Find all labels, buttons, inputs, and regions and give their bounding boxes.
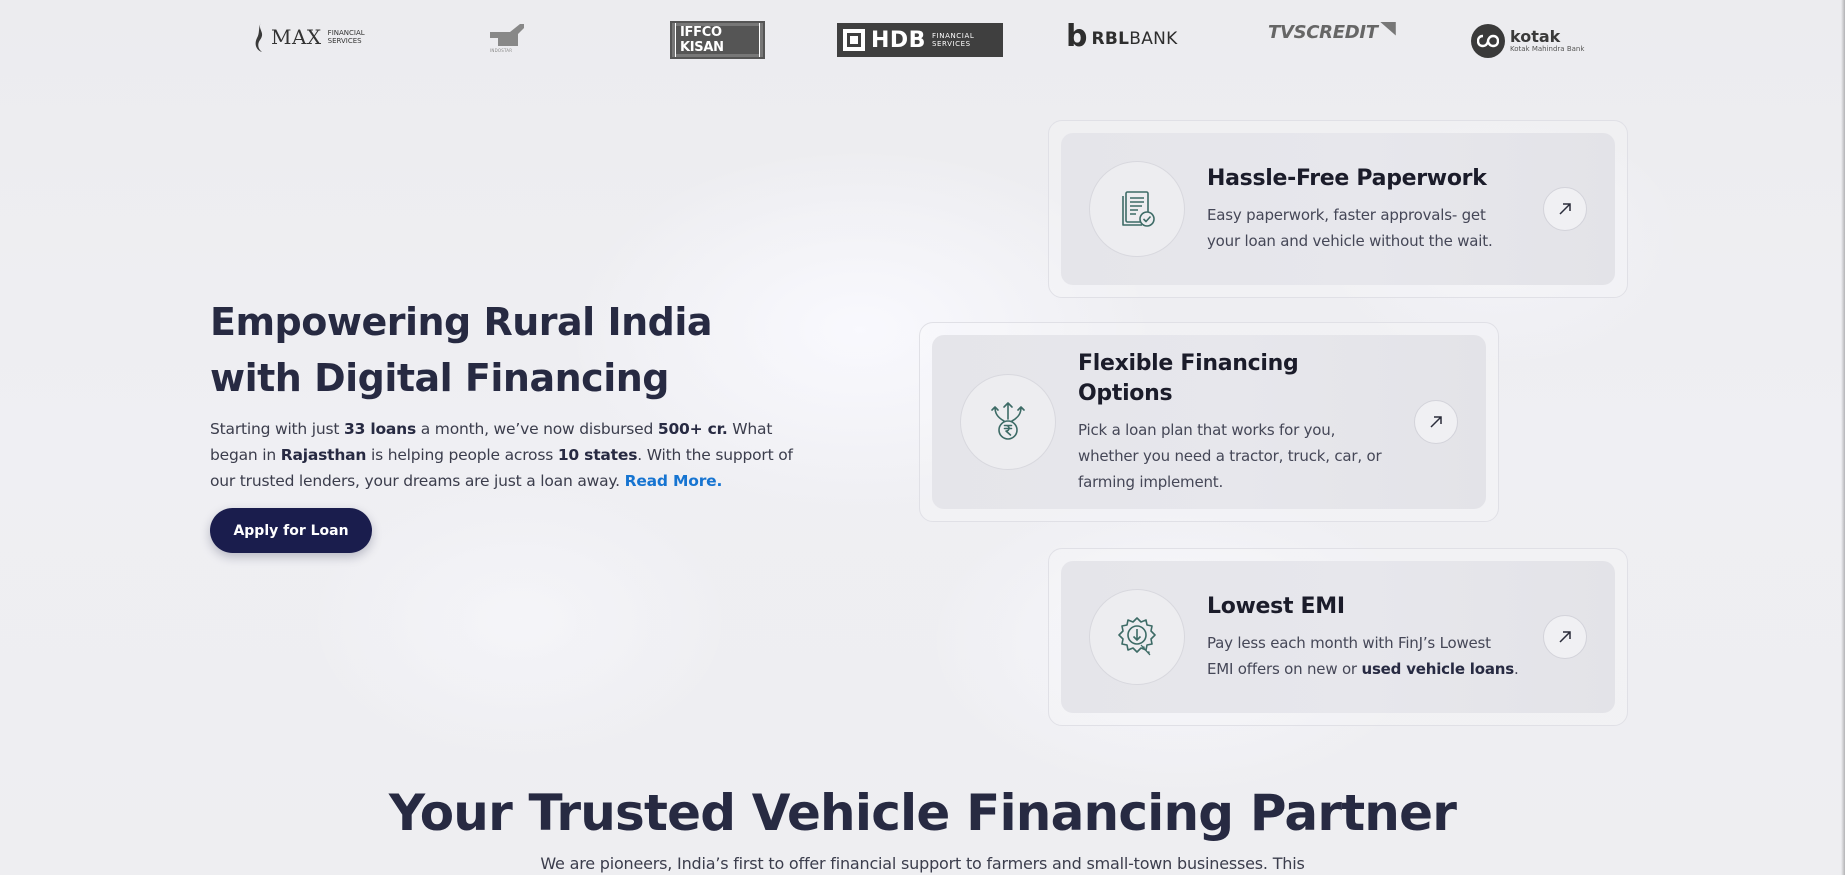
- scrollbar-edge: [1841, 0, 1845, 875]
- indostar-mark-icon: [490, 24, 524, 46]
- feature-card-paperwork: Hassle-Free Paperwork Easy paperwork, fa…: [1048, 120, 1628, 298]
- indostar-logo: INDOSTAR: [490, 24, 534, 53]
- rbl-bank-logo: b RBLBANK: [1066, 19, 1178, 54]
- read-more-link[interactable]: Read More.: [625, 472, 723, 490]
- feature-description: Pay less each month with FinJ’s Lowest E…: [1207, 634, 1519, 678]
- feature-card-flexible-financing: Flexible Financing Options Pick a loan p…: [919, 322, 1499, 522]
- max-financial-logo: MAX FINANCIAL SERVICES: [254, 22, 365, 52]
- feature-title: Flexible Financing Options: [1078, 351, 1299, 406]
- hdb-financial-logo: HDB FINANCIAL SERVICES: [837, 23, 1003, 57]
- hdb-square-icon: [843, 29, 865, 51]
- document-check-icon: [1089, 161, 1185, 257]
- arrow-up-right-icon[interactable]: [1414, 400, 1458, 444]
- feature-description: Easy paperwork, faster approvals- get yo…: [1207, 206, 1493, 250]
- feature-card-lowest-emi: Lowest EMI Pay less each month with FinJ…: [1048, 548, 1628, 726]
- hero-section: Empowering Rural India with Digital Fina…: [210, 294, 810, 553]
- kotak-logo: kotak Kotak Mahindra Bank: [1471, 24, 1584, 58]
- tvs-flag-icon: [1379, 21, 1396, 36]
- rupee-options-icon: [960, 374, 1056, 470]
- feature-title: Hassle-Free Paperwork: [1207, 166, 1487, 191]
- max-flame-icon: [255, 22, 263, 52]
- hero-title: Empowering Rural India with Digital Fina…: [210, 300, 713, 400]
- apply-for-loan-button[interactable]: Apply for Loan: [210, 508, 372, 553]
- hero-description: Starting with just 33 loans a month, we’…: [210, 420, 793, 490]
- feature-title: Lowest EMI: [1207, 594, 1345, 619]
- feature-description: Pick a loan plan that works for you, whe…: [1078, 421, 1382, 491]
- discount-badge-icon: [1089, 589, 1185, 685]
- arrow-up-right-icon[interactable]: [1543, 615, 1587, 659]
- partner-logo-strip: MAX FINANCIAL SERVICES INDOSTAR IFFCO KI…: [0, 18, 1845, 66]
- tvs-credit-logo: TVSCREDIT: [1268, 21, 1396, 43]
- arrow-up-right-icon[interactable]: [1543, 187, 1587, 231]
- trusted-partner-heading: Your Trusted Vehicle Financing Partner: [388, 784, 1457, 842]
- iffco-kisan-logo: IFFCO KISAN: [670, 21, 765, 59]
- trusted-partner-subtitle: We are pioneers, India’s first to offer …: [540, 854, 1305, 873]
- kotak-infinity-icon: [1471, 24, 1505, 58]
